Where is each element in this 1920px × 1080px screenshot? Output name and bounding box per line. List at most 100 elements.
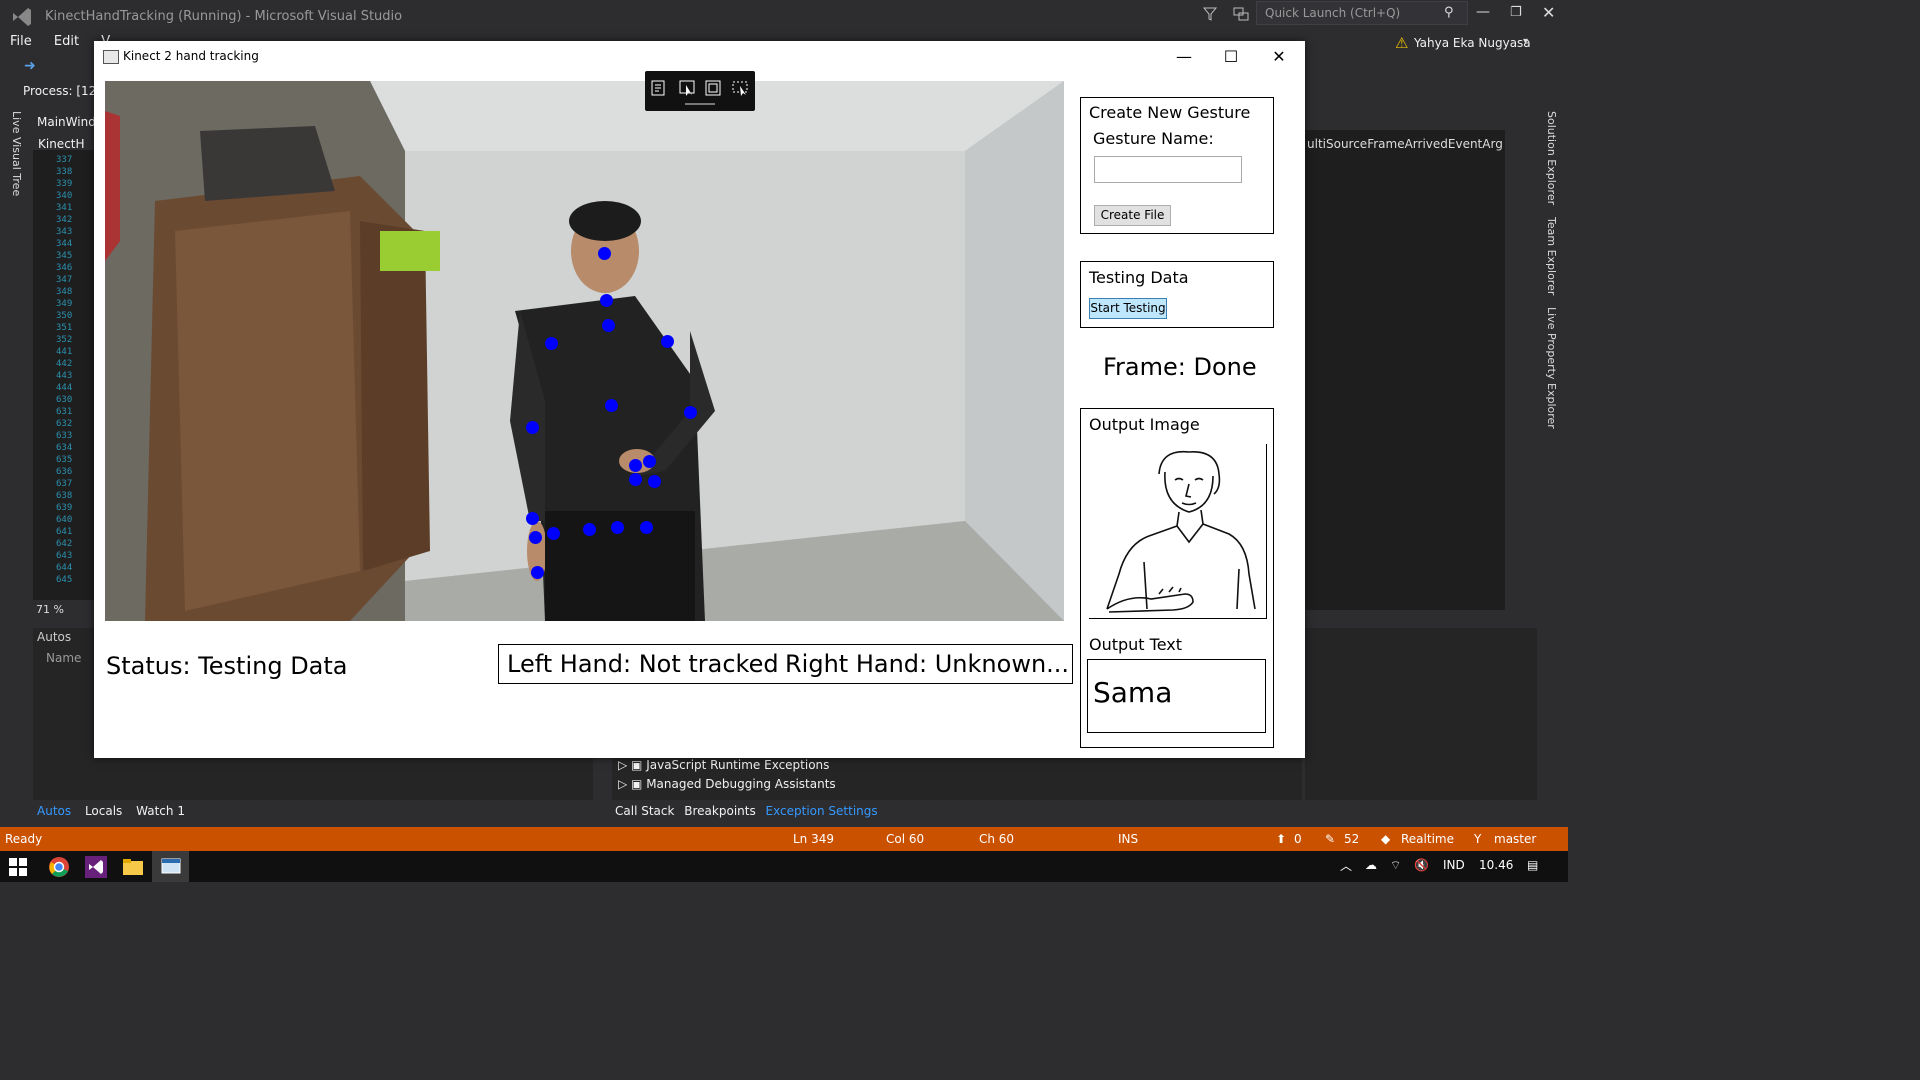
vs-statusbar: Ready Ln 349 Col 60 Ch 60 INS ⬆ 0 ✎ 52 ◆… [0,827,1568,851]
frame-status: Frame: Done [1103,353,1257,381]
line-number: 349 [56,299,73,309]
joint-thumb-right [546,526,560,540]
user-account[interactable]: Yahya Eka Nugyasa [1414,36,1531,50]
tab-autos[interactable]: Autos [37,804,71,818]
app-close-icon[interactable]: ✕ [1256,43,1302,71]
line-number: 632 [56,419,73,429]
output-image [1089,444,1267,619]
windows-start-icon[interactable] [8,857,28,877]
joint-shoulder-left [660,334,674,348]
close-icon[interactable]: ✕ [1542,3,1555,22]
chrome-icon[interactable] [48,856,70,878]
chevron-up-icon[interactable]: ︿ [1340,857,1352,874]
list-item[interactable]: ▷ ▣ JavaScript Runtime Exceptions [618,758,829,772]
toolbar-grip[interactable] [685,103,715,105]
line-number: 638 [56,491,73,501]
testing-data-group: Testing Data Start Testing [1080,261,1274,328]
line-number: 340 [56,191,73,201]
autos-name-column: Name [46,651,82,665]
status-edits[interactable]: 52 [1344,832,1359,846]
tab-call-stack[interactable]: Call Stack [615,804,674,818]
status-text: Status: Testing Data [106,652,348,680]
app-window-title: Kinect 2 hand tracking [123,49,259,63]
wifi-icon[interactable]: ⌔ [1390,858,1401,873]
joint-wrist-left [628,472,642,486]
branch-icon: Y [1474,832,1482,846]
tab-watch-1[interactable]: Watch 1 [136,804,185,818]
menu-file[interactable]: File [10,34,32,49]
team-explorer-tab[interactable]: Team Explorer [1545,217,1558,295]
restore-icon[interactable]: ❐ [1510,5,1522,20]
live-visual-tree-tab[interactable]: Live Visual Tree [10,111,23,196]
right-hand-state: Right Hand: Unknown... [785,650,1070,678]
display-layout-adorners-icon[interactable] [704,79,722,97]
line-number: 351 [56,323,73,333]
tab-exception-settings[interactable]: Exception Settings [766,804,878,818]
status-char: Ch 60 [979,832,1015,846]
status-insert: INS [1118,832,1139,846]
line-number: 631 [56,407,73,417]
right-side-strip: Solution Explorer Team Explorer Live Pro… [1537,105,1568,825]
status-branch[interactable]: master [1494,832,1536,846]
method-dropdown[interactable]: ultiSourceFrameArrivedEventArg [1307,137,1503,151]
line-number: 347 [56,275,73,285]
track-focus-icon[interactable] [731,79,749,97]
app-minimize-icon[interactable]: — [1161,43,1207,71]
gesture-name-label: Gesture Name: [1093,129,1214,148]
status-repo[interactable]: Realtime [1401,832,1454,846]
debug-tabs-right: Call Stack Breakpoints Exception Setting… [615,804,878,818]
quick-launch-input[interactable]: Quick Launch (Ctrl+Q) [1256,1,1468,25]
cloud-icon[interactable]: ☁ [1365,858,1377,872]
joint-head [597,246,611,260]
clock[interactable]: 10.46 [1479,858,1513,872]
visual-studio-taskbar-icon[interactable] [85,856,107,878]
tab-locals[interactable]: Locals [85,804,122,818]
menu-edit[interactable]: Edit [54,34,79,49]
joint-hand-right [528,530,542,544]
gesture-name-input[interactable] [1094,156,1242,183]
back-arrow-icon[interactable]: ➜ [24,58,36,74]
file-explorer-icon[interactable] [122,857,144,877]
line-number: 636 [56,467,73,477]
line-number: 643 [56,551,73,561]
joint-neck [599,293,613,307]
tab-breakpoints[interactable]: Breakpoints [684,804,755,818]
camera-feed [105,81,1064,621]
list-item[interactable]: ▷ ▣ Managed Debugging Assistants [618,777,836,791]
filter-icon[interactable] [1202,6,1218,22]
status-ready: Ready [5,832,43,846]
live-tree-icon[interactable] [650,79,668,97]
app-maximize-icon[interactable]: ☐ [1208,43,1254,71]
status-pushes[interactable]: 0 [1294,832,1302,846]
line-number: 343 [56,227,73,237]
connect-icon[interactable] [1232,6,1250,22]
line-number: 341 [56,203,73,213]
output-image-label: Output Image [1089,415,1200,434]
testing-data-header: Testing Data [1089,268,1189,287]
output-text-value: Sama [1087,659,1266,733]
line-number: 645 [56,575,73,585]
camera-scene [105,81,1064,621]
editor-tab[interactable]: MainWind [37,115,96,129]
solution-explorer-tab[interactable]: Solution Explorer [1545,111,1558,205]
select-element-icon[interactable] [678,79,696,97]
joint-hip-right [582,522,596,536]
line-number: 342 [56,215,73,225]
chevron-down-icon[interactable]: ▾ [1523,36,1528,47]
create-file-button[interactable]: Create File [1094,205,1171,226]
language-indicator[interactable]: IND [1443,858,1465,872]
live-property-explorer-tab[interactable]: Live Property Explorer [1545,307,1558,429]
left-hand-state: Left Hand: Not tracked [507,650,779,678]
start-testing-button[interactable]: Start Testing [1089,298,1167,319]
exception-settings-list: ▷ ▣ JavaScript Runtime Exceptions ▷ ▣ Ma… [612,758,1302,800]
joint-thumb-left [647,474,661,488]
editor-nav[interactable]: KinectH [38,137,85,151]
notification-icon[interactable]: ▤ [1527,858,1538,872]
zoom-level[interactable]: 71 % [36,603,64,616]
line-number: 339 [56,179,73,189]
search-icon[interactable]: ⚲ [1444,5,1454,20]
pencil-icon: ✎ [1325,832,1336,846]
process-label: Process: [12 [23,84,97,98]
volume-icon[interactable]: 🔇 [1414,858,1429,872]
minimize-icon[interactable]: — [1476,4,1490,20]
